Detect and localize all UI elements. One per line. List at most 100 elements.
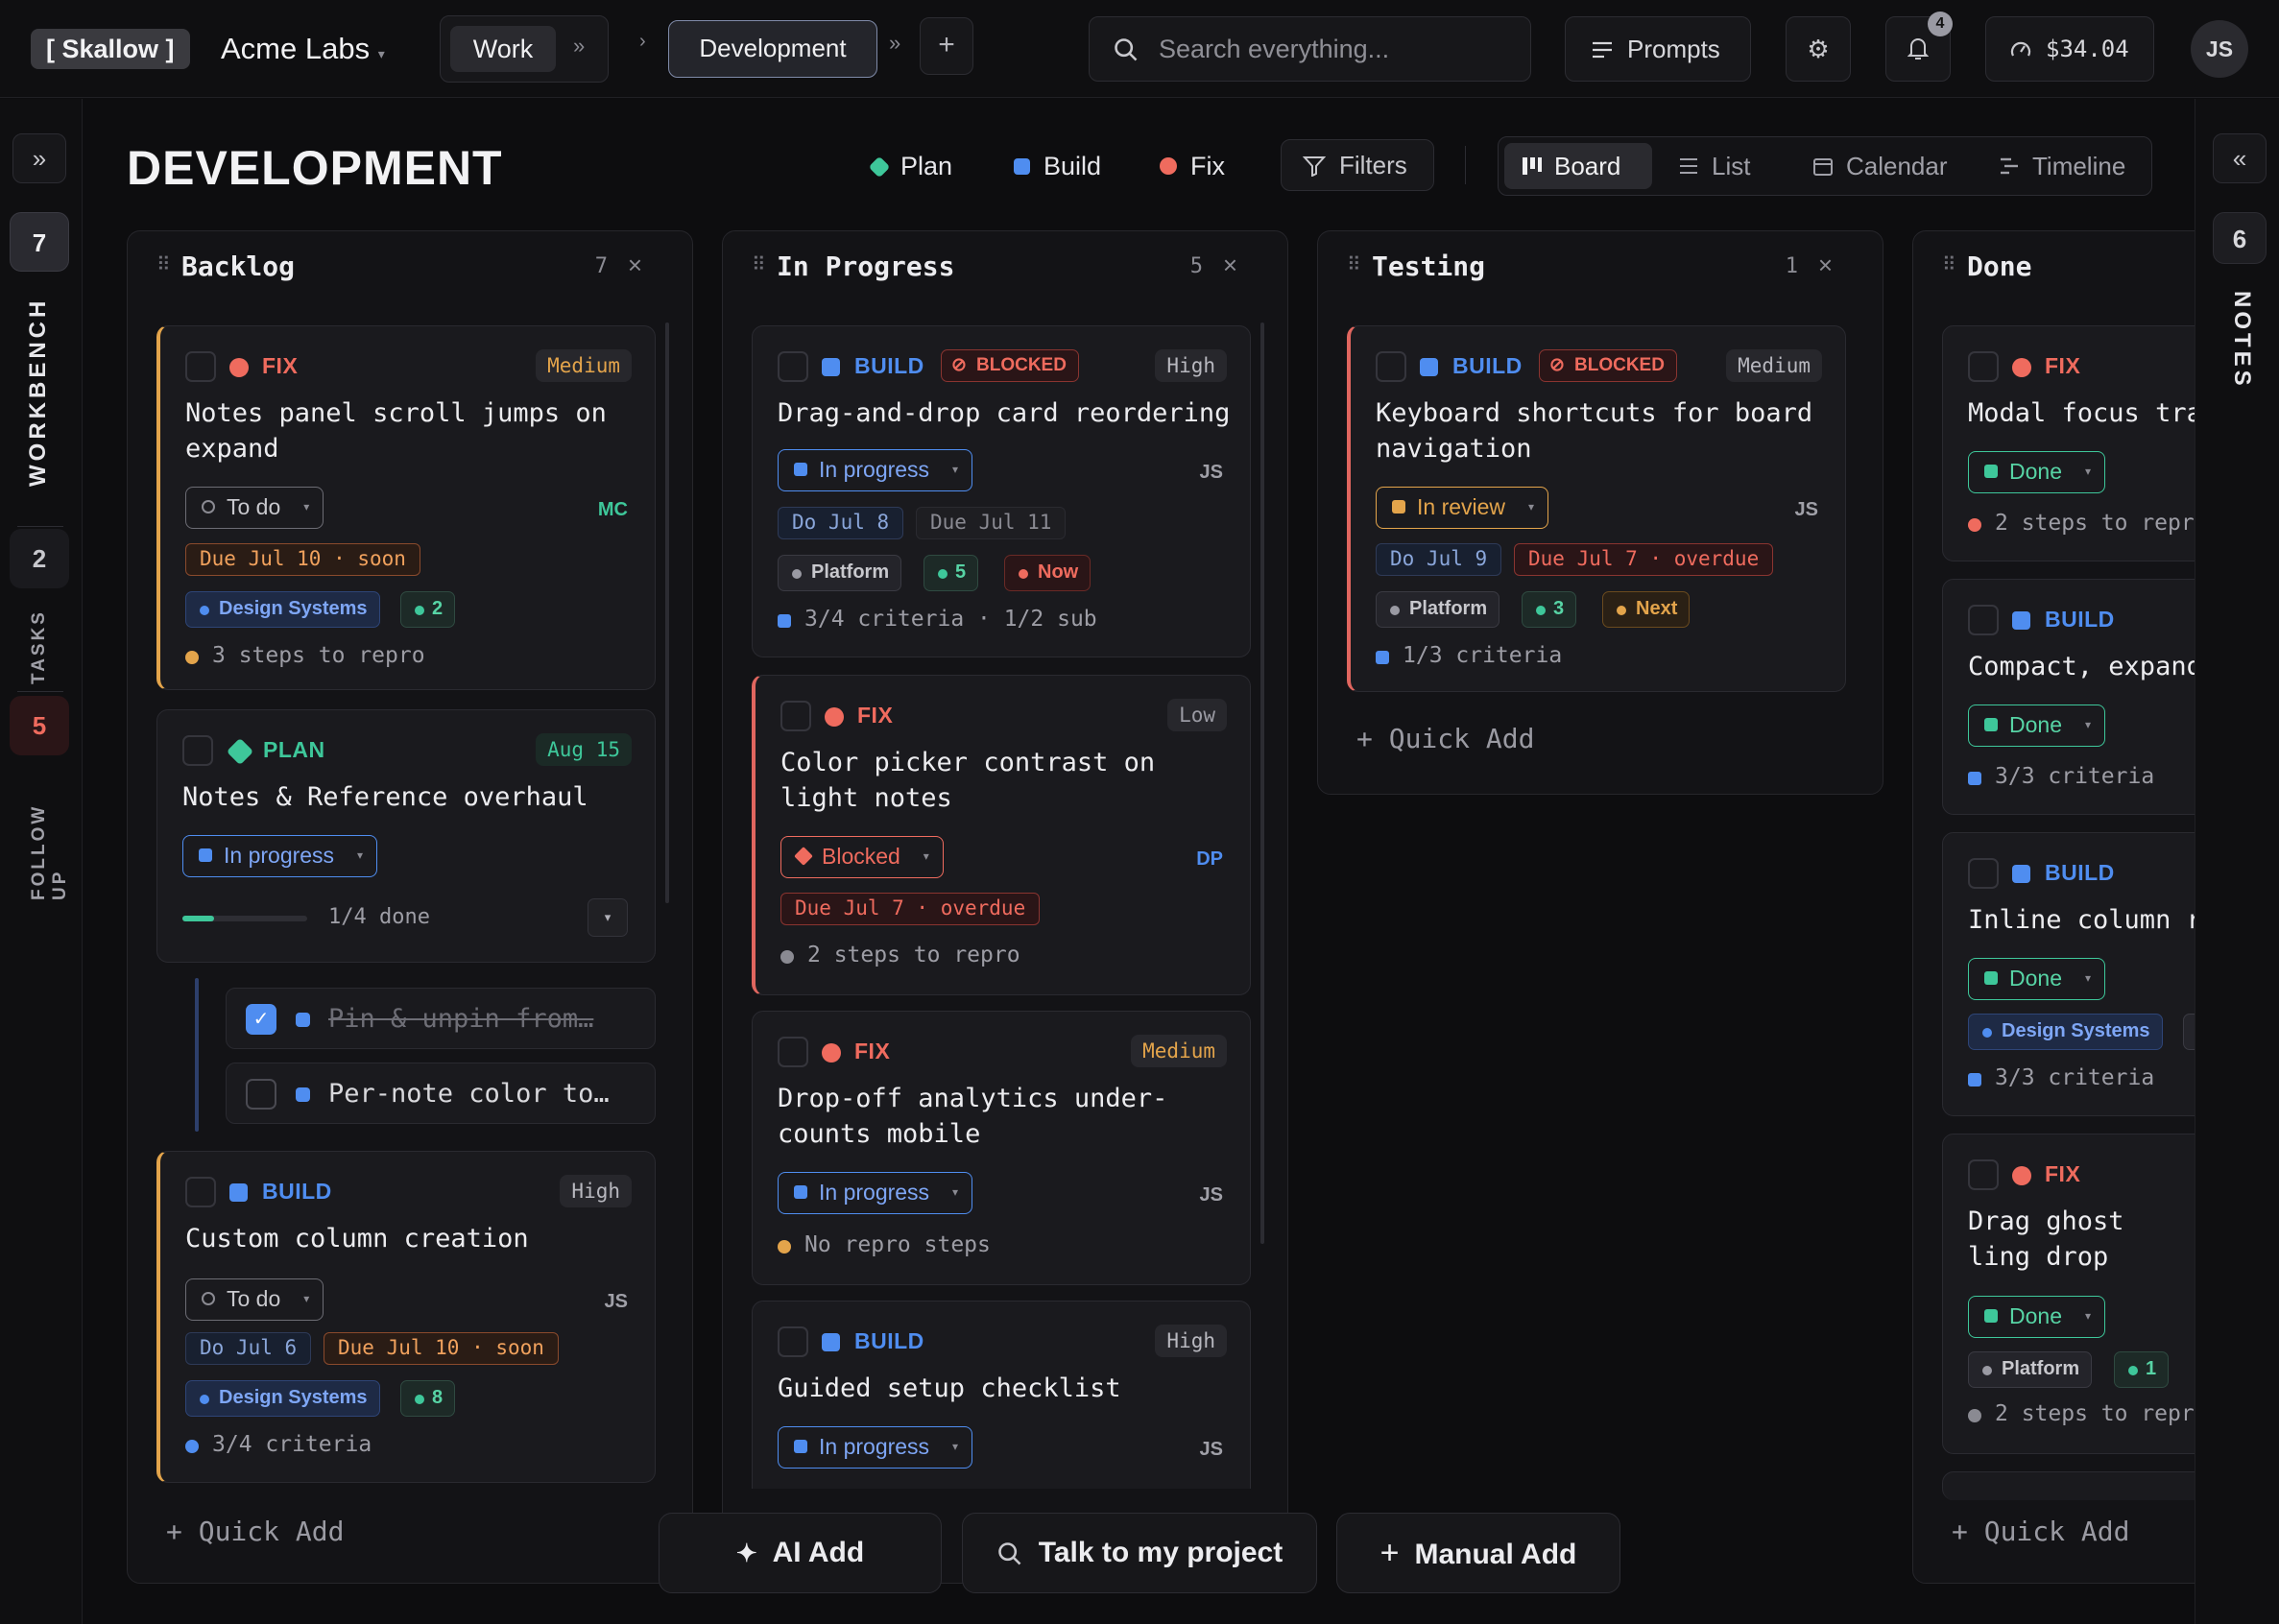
sparkle-icon: ✦ <box>735 1539 757 1567</box>
notes-label[interactable]: NOTES <box>2228 291 2255 390</box>
card-checkbox[interactable] <box>780 701 811 731</box>
task-card[interactable]: BUILD Inline column r Done ▾ Design Syste… <box>1942 832 2195 1116</box>
status-dropdown[interactable]: To do ▾ <box>185 1278 324 1321</box>
followup-count[interactable]: 5 <box>10 696 69 755</box>
expand-notes-button[interactable]: « <box>2213 133 2267 183</box>
talk-to-project-button[interactable]: Talk to my project <box>962 1513 1317 1593</box>
task-card[interactable]: BUILD High Custom column creation To do ▾… <box>156 1151 656 1483</box>
card-checkbox[interactable] <box>185 351 216 382</box>
view-list[interactable]: List <box>1662 143 1787 189</box>
task-card[interactable]: FIX Drag ghost ling drop Done ▾ Platform … <box>1942 1134 2195 1454</box>
status-dropdown[interactable]: In progress ▾ <box>778 449 973 491</box>
status-dropdown[interactable]: Done ▾ <box>1968 705 2105 747</box>
drag-handle-icon[interactable]: ⠿ <box>1942 252 1956 276</box>
view-timeline[interactable]: Timeline <box>1982 143 2146 189</box>
task-card[interactable]: FIX Low Color picker contrast on light n… <box>752 675 1251 995</box>
view-calendar[interactable]: Calendar <box>1796 143 1969 189</box>
card-checkbox[interactable] <box>1968 605 1999 635</box>
card-checkbox[interactable] <box>778 1037 808 1067</box>
status-dropdown[interactable]: Done ▾ <box>1968 1296 2105 1338</box>
manual-add-button[interactable]: + Manual Add <box>1336 1513 1620 1593</box>
tasks-label[interactable]: TASKS <box>29 598 50 684</box>
status-dropdown[interactable]: Done ▾ <box>1968 958 2105 1000</box>
chevron-down-icon: ▾ <box>952 1440 959 1453</box>
legend-plan[interactable]: Plan <box>868 152 952 180</box>
prompts-button[interactable]: Prompts <box>1565 16 1751 82</box>
drag-handle-icon[interactable]: ⠿ <box>752 252 766 276</box>
settings-button[interactable]: ⚙ <box>1786 16 1851 82</box>
balance-button[interactable]: $34.04 <box>1985 16 2154 82</box>
status-dropdown[interactable]: Done ▾ <box>1968 451 2105 493</box>
close-icon[interactable]: × <box>1223 251 1237 280</box>
subtask-item[interactable]: ✓ Pin & unpin from… <box>226 988 656 1049</box>
followup-label[interactable]: FOLLOW UP <box>29 766 71 900</box>
card-checkbox[interactable] <box>1968 1159 1999 1190</box>
scrollbar[interactable] <box>1260 322 1264 1244</box>
card-checkbox[interactable] <box>185 1177 216 1207</box>
workbench-count[interactable]: 7 <box>10 212 69 272</box>
status-dropdown[interactable]: In progress ▾ <box>778 1172 973 1214</box>
task-card[interactable]: BUILD ⊘ BLOCKED Medium Keyboard shortcuts… <box>1347 325 1846 692</box>
status-dropdown[interactable]: In progress ▾ <box>182 835 378 877</box>
workbench-label[interactable]: WORKBENCH <box>25 296 52 488</box>
user-avatar[interactable]: JS <box>2191 20 2248 78</box>
assignee-initials[interactable]: JS <box>605 1291 628 1313</box>
card-title: Keyboard shortcuts for board navigation <box>1376 398 1813 464</box>
ai-add-button[interactable]: ✦ AI Add <box>659 1513 942 1593</box>
card-checkbox[interactable] <box>1968 351 1999 382</box>
quick-add-button[interactable]: + Quick Add <box>166 1516 344 1547</box>
assignee-initials[interactable]: JS <box>1200 1184 1223 1206</box>
view-board[interactable]: Board <box>1504 143 1652 189</box>
assignee-initials[interactable]: MC <box>598 499 628 521</box>
task-card[interactable] <box>1942 1471 2195 1500</box>
assignee-initials[interactable]: JS <box>1200 462 1223 484</box>
filters-button[interactable]: Filters <box>1281 139 1434 191</box>
task-card[interactable]: BUILD Compact, expand Done ▾ 3/3 criteria <box>1942 579 2195 815</box>
quick-add-button[interactable]: + Quick Add <box>1952 1516 2129 1547</box>
status-dropdown[interactable]: To do ▾ <box>185 487 324 529</box>
card-checkbox[interactable] <box>1376 351 1406 382</box>
brand-logo[interactable]: [ Skallow ] <box>31 29 190 69</box>
notes-count[interactable]: 6 <box>2213 212 2267 264</box>
card-checkbox[interactable] <box>182 735 213 766</box>
close-icon[interactable]: × <box>1818 251 1833 280</box>
close-icon[interactable]: × <box>628 251 642 280</box>
double-chevron-icon[interactable]: » <box>889 31 900 56</box>
drag-handle-icon[interactable]: ⠿ <box>156 252 171 276</box>
checkbox[interactable] <box>246 1079 276 1110</box>
expand-subtasks-button[interactable]: ▾ <box>588 898 628 937</box>
task-card[interactable]: FIX Modal focus tra Done ▾ 2 steps to rep… <box>1942 325 2195 561</box>
scrollbar[interactable] <box>665 322 669 903</box>
subtask-item[interactable]: Per-note color to… <box>226 1063 656 1124</box>
assignee-initials[interactable]: DP <box>1196 848 1223 871</box>
add-tab-button[interactable]: + <box>920 17 973 75</box>
expand-rail-button[interactable]: » <box>12 133 66 183</box>
tab-development[interactable]: Development <box>668 20 877 78</box>
status-dropdown[interactable]: Blocked ▾ <box>780 836 944 878</box>
task-card[interactable]: BUILD High Guided setup checklist In pro… <box>752 1301 1251 1489</box>
drag-handle-icon[interactable]: ⠿ <box>1347 252 1361 276</box>
priority-badge: Low <box>1167 699 1227 731</box>
legend-fix[interactable]: Fix <box>1160 152 1225 180</box>
double-chevron-icon[interactable]: » <box>573 34 585 59</box>
task-card[interactable]: FIX Medium Drop-off analytics under-coun… <box>752 1011 1251 1285</box>
task-card[interactable]: BUILD ⊘ BLOCKED High Drag-and-drop card r… <box>752 325 1251 657</box>
status-dropdown[interactable]: In progress ▾ <box>778 1426 973 1469</box>
task-card[interactable]: PLAN Aug 15 Notes & Reference overhaul I… <box>156 709 656 963</box>
card-checkbox[interactable] <box>1968 858 1999 889</box>
checkbox-checked[interactable]: ✓ <box>246 1004 276 1035</box>
org-switcher[interactable]: Acme Labs ▾ <box>221 31 385 72</box>
card-footer: 3 steps to repro <box>185 643 425 668</box>
chevron-down-icon: ▾ <box>377 46 385 61</box>
card-checkbox[interactable] <box>778 1326 808 1357</box>
search-input[interactable]: Search everything... <box>1089 16 1531 82</box>
task-card[interactable]: FIX Medium Notes panel scroll jumps on e… <box>156 325 656 690</box>
tasks-count[interactable]: 2 <box>10 529 69 588</box>
quick-add-button[interactable]: + Quick Add <box>1356 723 1534 754</box>
assignee-initials[interactable]: JS <box>1795 499 1818 521</box>
status-dropdown[interactable]: In review ▾ <box>1376 487 1549 529</box>
assignee-initials[interactable]: JS <box>1200 1439 1223 1461</box>
legend-build[interactable]: Build <box>1014 152 1101 180</box>
tab-work[interactable]: Work <box>450 26 556 72</box>
card-checkbox[interactable] <box>778 351 808 382</box>
